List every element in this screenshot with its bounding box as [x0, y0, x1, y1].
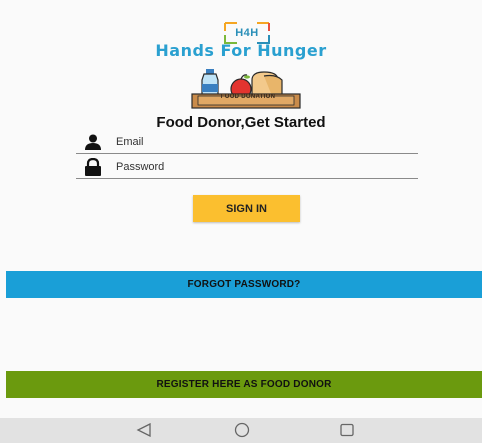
email-field[interactable] — [76, 131, 418, 154]
email-input[interactable] — [116, 136, 366, 148]
lock-icon — [84, 158, 104, 176]
food-donation-illustration — [191, 69, 301, 109]
password-field[interactable] — [76, 156, 418, 179]
sign-in-button[interactable]: SIGN IN — [193, 195, 300, 222]
system-navigation-bar — [0, 418, 482, 443]
register-label: REGISTER HERE AS FOOD DONOR — [156, 379, 332, 390]
forgot-password-button[interactable]: FORGOT PASSWORD? — [6, 271, 482, 298]
recents-square-icon[interactable] — [337, 422, 357, 438]
person-icon — [84, 133, 104, 151]
bottle-cap — [206, 69, 214, 74]
brand-name: Hands For Hunger — [155, 41, 327, 60]
logo-badge-text: H4H — [235, 27, 259, 39]
home-circle-icon[interactable] — [232, 422, 252, 438]
bottle-label — [202, 84, 218, 92]
forgot-password-label: FORGOT PASSWORD? — [187, 279, 301, 290]
page-title: Food Donor,Get Started — [156, 114, 326, 131]
back-triangle-icon[interactable] — [134, 422, 154, 438]
register-button[interactable]: REGISTER HERE AS FOOD DONOR — [6, 371, 482, 398]
box-label: FOOD DONATION — [220, 94, 276, 100]
apple-leaf — [244, 75, 250, 79]
password-input[interactable] — [116, 161, 366, 173]
